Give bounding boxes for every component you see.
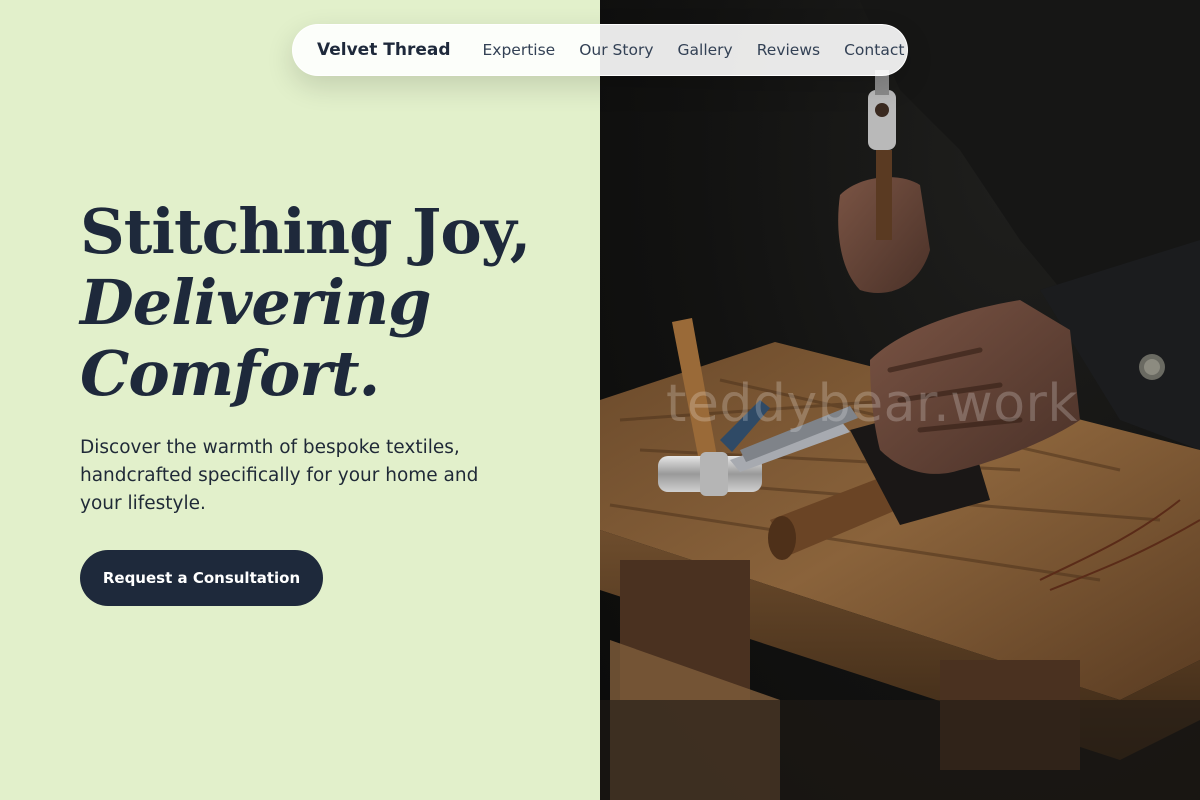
watermark-text: teddybear.work bbox=[666, 374, 1079, 434]
request-consultation-button[interactable]: Request a Consultation bbox=[80, 550, 323, 606]
top-navigation: Velvet Thread Expertise Our Story Galler… bbox=[292, 24, 908, 76]
hero-headline-line-2: Delivering bbox=[80, 266, 431, 339]
hero-photo: teddybear.work bbox=[600, 0, 1200, 800]
nav-link-reviews[interactable]: Reviews bbox=[757, 41, 820, 59]
nav-link-expertise[interactable]: Expertise bbox=[483, 41, 556, 59]
nav-link-gallery[interactable]: Gallery bbox=[678, 41, 733, 59]
brand-logo[interactable]: Velvet Thread bbox=[317, 40, 451, 60]
hero-description: Discover the warmth of bespoke textiles,… bbox=[80, 437, 479, 514]
nav-link-contact[interactable]: Contact bbox=[844, 41, 904, 59]
hero-headline: Stitching Joy, Delivering Comfort. bbox=[80, 195, 531, 410]
nav-link-our-story[interactable]: Our Story bbox=[579, 41, 653, 59]
nav-links: Expertise Our Story Gallery Reviews Cont… bbox=[483, 41, 905, 59]
hero-headline-line-3: Comfort. bbox=[80, 337, 380, 410]
hero-headline-line-1: Stitching Joy, bbox=[80, 195, 531, 268]
